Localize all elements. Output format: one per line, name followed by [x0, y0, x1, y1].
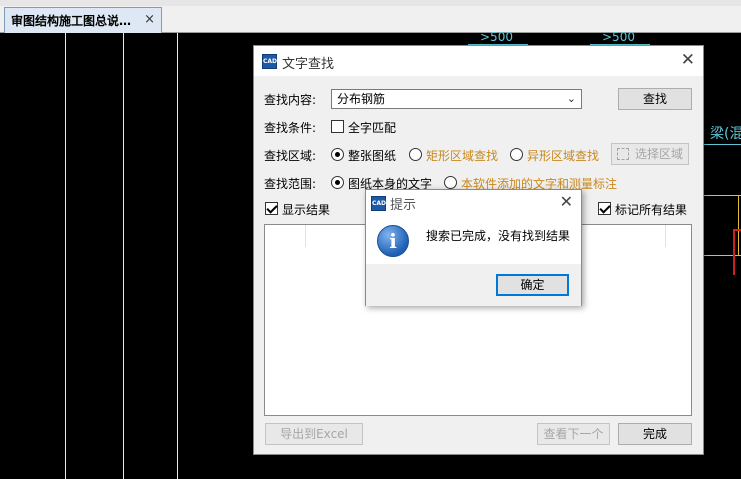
tab-document[interactable]: 审图结构施工图总说… ×	[4, 7, 162, 33]
search-content-combo[interactable]: 分布钢筋 ⌄	[331, 89, 582, 109]
drawing-text: >500	[602, 30, 635, 44]
close-icon[interactable]: ✕	[681, 50, 695, 70]
tab-close-icon[interactable]: ×	[144, 12, 155, 27]
area-whole-radio[interactable]	[331, 148, 344, 161]
column-separator	[665, 225, 666, 247]
scope-drawing-radio[interactable]	[331, 176, 344, 189]
dialog-titlebar[interactable]: CAD 文字查找 ✕	[254, 46, 703, 76]
drawing-shape	[733, 229, 741, 275]
ok-button[interactable]: 确定	[496, 274, 569, 296]
select-area-button[interactable]: 选择区域	[611, 143, 689, 165]
drawing-text: >500	[480, 30, 513, 44]
export-excel-button[interactable]: 导出到Excel	[265, 423, 363, 445]
area-rect-label: 矩形区域查找	[426, 149, 499, 163]
drawing-line	[65, 33, 66, 479]
column-separator	[305, 225, 306, 247]
tab-label: 审图结构施工图总说…	[11, 14, 132, 28]
area-shape-radio[interactable]	[510, 148, 523, 161]
area-shape-label: 异形区域查找	[527, 149, 600, 163]
whole-word-checkbox[interactable]	[331, 120, 344, 133]
mark-all-label: 标记所有结果	[615, 203, 688, 217]
prompt-message-box: CAD 提示 ✕ i 搜索已完成，没有找到结果 确定	[365, 189, 582, 306]
condition-label: 查找条件:	[264, 121, 317, 135]
scope-label: 查找范围:	[264, 177, 317, 191]
mark-all-checkbox[interactable]	[598, 202, 611, 215]
drawing-text: 梁(混	[710, 126, 741, 142]
show-results-label: 显示结果	[282, 203, 331, 217]
document-tab-strip: 审图结构施工图总说… ×	[0, 0, 741, 33]
whole-word-label: 全字匹配	[348, 121, 397, 135]
search-content-value: 分布钢筋	[337, 92, 386, 106]
drawing-line	[704, 144, 741, 145]
select-area-label: 选择区域	[634, 147, 683, 161]
msgbox-footer: 确定	[366, 264, 581, 306]
content-label: 查找内容:	[264, 93, 317, 107]
app-logo-icon: CAD	[371, 196, 386, 211]
chevron-down-icon[interactable]: ⌄	[567, 90, 576, 108]
drawing-line	[177, 33, 178, 479]
select-area-icon	[617, 148, 629, 160]
drawing-line	[704, 195, 741, 196]
msgbox-titlebar[interactable]: CAD 提示 ✕	[366, 190, 581, 216]
tab-strip-top	[0, 0, 741, 6]
area-whole-label: 整张图纸	[348, 149, 397, 163]
app-logo-icon: CAD	[262, 54, 277, 69]
msgbox-title: 提示	[390, 198, 417, 213]
message-text: 搜索已完成，没有找到结果	[426, 229, 571, 243]
info-icon: i	[377, 225, 409, 257]
find-next-button[interactable]: 查看下一个	[537, 423, 610, 445]
find-button[interactable]: 查找	[618, 88, 692, 110]
area-rect-radio[interactable]	[409, 148, 422, 161]
area-label: 查找区域:	[264, 149, 317, 163]
drawing-line	[123, 33, 124, 479]
done-button[interactable]: 完成	[618, 423, 692, 445]
show-results-checkbox[interactable]	[265, 202, 278, 215]
dialog-title: 文字查找	[282, 57, 335, 72]
close-icon[interactable]: ✕	[560, 192, 573, 211]
scope-added-radio[interactable]	[444, 176, 457, 189]
